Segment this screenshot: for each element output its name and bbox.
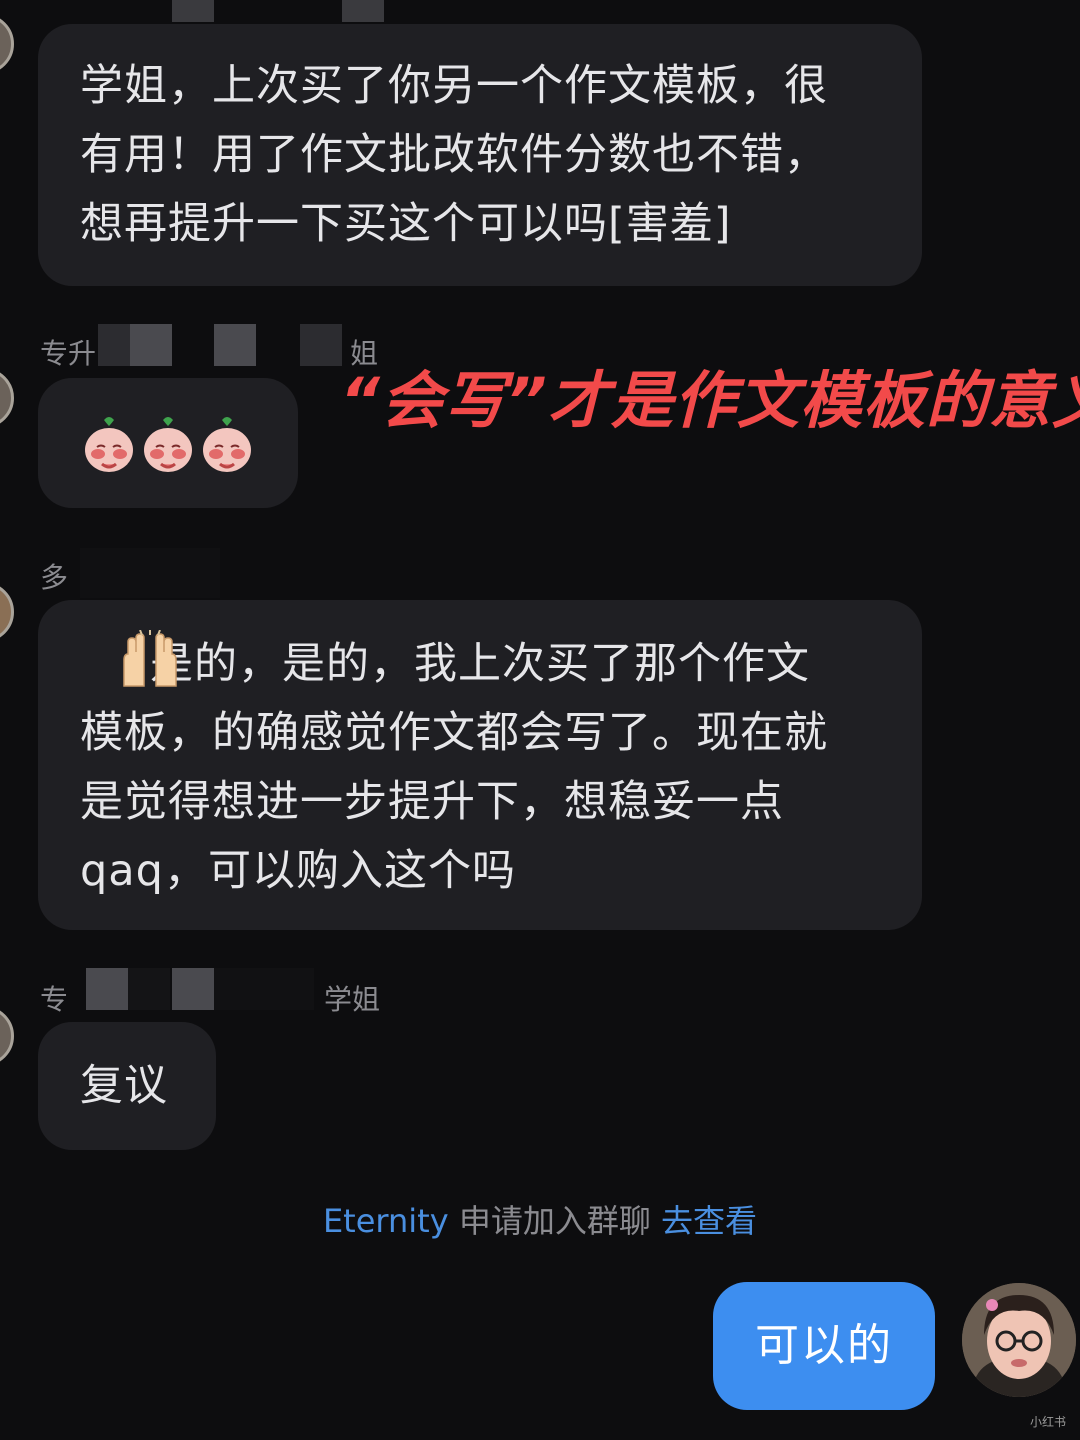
message-text: 复议 (80, 1061, 168, 1111)
sender-name: 多 (40, 556, 68, 596)
user-avatar[interactable] (962, 1283, 1076, 1397)
system-notice-text: 申请加入群聊 (448, 1202, 662, 1240)
sender-avatar[interactable] (0, 582, 14, 642)
blurred-name (80, 548, 220, 598)
watermark: 小红书 (1029, 1415, 1066, 1429)
blurred-name (172, 0, 214, 22)
blurred-name (300, 324, 342, 366)
sender-name-start: 多 (40, 561, 69, 594)
blurred-name (98, 324, 130, 366)
sticker-bubble[interactable] (38, 378, 298, 508)
peach-pleading-sticker (85, 417, 133, 472)
peach-pleading-sticker (144, 417, 192, 472)
blurred-name (214, 324, 256, 366)
system-notice: Eternity 申请加入群聊 去查看 (0, 1196, 1080, 1242)
message-bubble[interactable]: 复议 (38, 1022, 216, 1150)
view-request-link[interactable]: 去查看 (661, 1202, 757, 1240)
blurred-name (86, 968, 128, 1010)
sender-name-end: 学姐 (324, 978, 380, 1018)
blurred-name (214, 968, 314, 1010)
sender-avatar[interactable] (0, 368, 14, 428)
applicant-name-link[interactable]: Eternity (323, 1202, 449, 1240)
raised-hands-icon (123, 630, 177, 687)
message-bubble[interactable]: 学姐，上次买了你另一个作文模板，很 有用！用了作文批改软件分数也不错， 想再提升… (38, 24, 922, 286)
blurred-name (128, 968, 170, 1010)
blurred-name (130, 324, 172, 366)
sender-name-start: 专升 (40, 337, 97, 370)
sender-avatar[interactable] (0, 14, 14, 74)
blurred-name (172, 968, 214, 1010)
overlay-caption: “会写”才是作文模板的意义 (340, 364, 1080, 437)
sender-name-suffix: 学姐 (324, 983, 381, 1016)
blurred-name (342, 0, 384, 22)
message-text: 学姐，上次买了你另一个作文模板，很 有用！用了作文批改软件分数也不错， 想再提升… (80, 61, 828, 249)
message-bubble[interactable]: 是的，是的，我上次买了那个作文 模板，的确感觉作文都会写了。现在就 是觉得想进一… (38, 600, 922, 930)
peach-pleading-sticker (203, 417, 251, 472)
message-text: 是的，是的，我上次买了那个作文 模板，的确感觉作文都会写了。现在就 是觉得想进一… (80, 639, 828, 896)
user-avatar-image (962, 1283, 1076, 1397)
my-message-bubble[interactable]: 可以的 (713, 1282, 935, 1410)
sender-avatar[interactable] (0, 1006, 14, 1066)
sender-name-start: 专 (40, 983, 69, 1016)
sender-name: 专 (40, 978, 68, 1018)
sender-name: 专升 (40, 332, 96, 372)
